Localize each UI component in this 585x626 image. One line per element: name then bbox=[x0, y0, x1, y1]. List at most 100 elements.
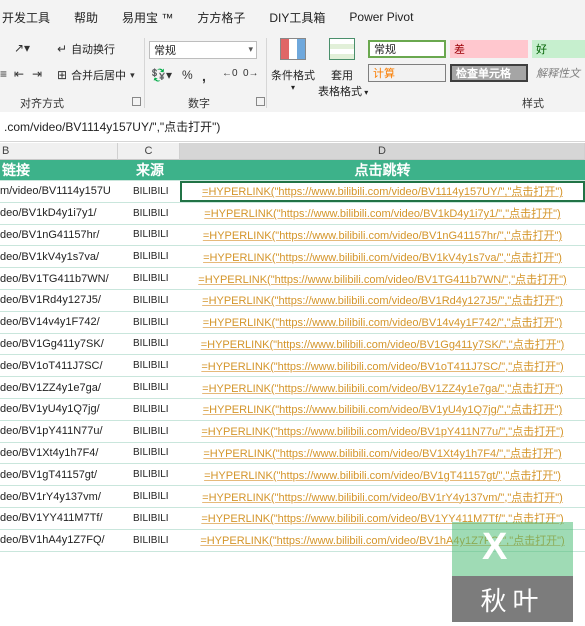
header-cell-click[interactable]: 点击跳转 bbox=[180, 160, 585, 180]
hyperlink-formula-cell[interactable]: =HYPERLINK("https://www.bilibili.com/vid… bbox=[180, 268, 585, 289]
menu-bar: 开发工具 帮助 易用宝 ™ 方方格子 DIY工具箱 Power Pivot bbox=[0, 0, 585, 34]
source-cell[interactable]: BILIBILI bbox=[118, 486, 180, 507]
table-row: deo/BV1gT41157gt/BILIBILI =HYPERLINK("htt… bbox=[0, 464, 585, 487]
table-row: deo/BV1TG411b7WN/BILIBILI =HYPERLINK("htt… bbox=[0, 268, 585, 290]
link-cell[interactable]: deo/BV1pY411N77u/ bbox=[0, 421, 118, 442]
hyperlink-formula-cell[interactable]: =HYPERLINK("https://www.bilibili.com/vid… bbox=[180, 246, 585, 267]
source-cell[interactable]: BILIBILI bbox=[118, 421, 180, 442]
link-cell[interactable]: deo/BV1rY4y137vm/ bbox=[0, 486, 118, 507]
orientation-button[interactable]: ↗▾ bbox=[14, 41, 30, 55]
link-cell[interactable]: deo/BV1Xt4y1h7F4/ bbox=[0, 443, 118, 464]
source-cell[interactable]: BILIBILI bbox=[118, 530, 180, 551]
ribbon: ↗▾ ↵ 自动换行 ≡ ⇤ ⇥ ⊞ 合并后居中 ▾ 对齐方式 常规 ▾ 💱▾ %… bbox=[0, 34, 585, 113]
link-cell[interactable]: deo/BV1hA4y1Z7FQ/ bbox=[0, 530, 118, 551]
source-cell[interactable]: BILIBILI bbox=[118, 312, 180, 333]
formula-bar[interactable]: .com/video/BV1114y157UY/","点击打开") bbox=[0, 112, 585, 142]
cell-style-calculation[interactable]: 计算 bbox=[368, 64, 446, 82]
hyperlink-formula-cell[interactable]: =HYPERLINK("https://www.bilibili.com/vid… bbox=[180, 312, 585, 333]
column-header-d[interactable]: D bbox=[180, 143, 585, 160]
merge-center-button[interactable]: ⊞ 合并后居中 ▾ bbox=[57, 67, 135, 83]
link-cell[interactable]: deo/BV1TG411b7WN/ bbox=[0, 268, 118, 289]
hyperlink-formula-cell[interactable]: =HYPERLINK("https://www.bilibili.com/vid… bbox=[180, 225, 585, 246]
link-cell[interactable]: deo/BV1ZZ4y1e7ga/ bbox=[0, 377, 118, 398]
source-cell[interactable]: BILIBILI bbox=[118, 334, 180, 355]
chevron-down-icon: ▾ bbox=[248, 44, 253, 54]
link-cell[interactable]: m/video/BV1114y157U bbox=[0, 181, 118, 202]
hyperlink-formula-cell[interactable]: =HYPERLINK("https://www.bilibili.com/vid… bbox=[180, 290, 585, 311]
cell-style-check-cell[interactable]: 检查单元格 bbox=[450, 64, 528, 82]
tab-fangfanggezi[interactable]: 方方格子 bbox=[185, 9, 257, 26]
number-format-value: 常规 bbox=[154, 45, 176, 57]
hyperlink-formula-cell[interactable]: =HYPERLINK("https://www.bilibili.com/vid… bbox=[180, 181, 585, 202]
source-cell[interactable]: BILIBILI bbox=[118, 246, 180, 267]
link-cell[interactable]: deo/BV1YY411M7Tf/ bbox=[0, 508, 118, 529]
accounting-format-button[interactable]: 💱▾ bbox=[151, 68, 172, 82]
alignment-dialog-launcher-icon[interactable] bbox=[132, 97, 141, 106]
format-as-table-label-2: 表格格式 bbox=[318, 86, 362, 98]
increase-decimal-icon: ←0 bbox=[222, 68, 238, 79]
header-cell-source[interactable]: 来源 bbox=[118, 160, 180, 180]
cell-style-bad[interactable]: 差 bbox=[450, 40, 528, 58]
cell-style-bad-label: 差 bbox=[454, 44, 465, 56]
link-cell[interactable]: deo/BV1Gg411y7SK/ bbox=[0, 334, 118, 355]
source-cell[interactable]: BILIBILI bbox=[118, 181, 180, 202]
decrease-indent-button[interactable]: ⇤ bbox=[14, 67, 24, 81]
hyperlink-formula-cell[interactable]: =HYPERLINK("https://www.bilibili.com/vid… bbox=[180, 203, 585, 224]
percent-button[interactable]: % bbox=[182, 68, 193, 82]
link-cell[interactable]: deo/BV1nG41157hr/ bbox=[0, 225, 118, 246]
cell-style-good-label: 好 bbox=[536, 44, 547, 56]
source-cell[interactable]: BILIBILI bbox=[118, 377, 180, 398]
hyperlink-formula-cell[interactable]: =HYPERLINK("https://www.bilibili.com/vid… bbox=[180, 421, 585, 442]
cell-style-explanatory[interactable]: 解释性文 bbox=[532, 64, 585, 82]
source-cell[interactable]: BILIBILI bbox=[118, 203, 180, 224]
source-cell[interactable]: BILIBILI bbox=[118, 508, 180, 529]
excel-x-icon: X bbox=[482, 526, 508, 568]
tab-developer[interactable]: 开发工具 bbox=[0, 9, 62, 26]
tab-diy-toolbox[interactable]: DIY工具箱 bbox=[257, 9, 337, 26]
conditional-formatting-icon bbox=[280, 38, 306, 60]
chevron-down-icon: ▾ bbox=[362, 88, 369, 97]
hyperlink-formula-cell[interactable]: =HYPERLINK("https://www.bilibili.com/vid… bbox=[180, 486, 585, 507]
source-cell[interactable]: BILIBILI bbox=[118, 268, 180, 289]
tab-help[interactable]: 帮助 bbox=[62, 9, 110, 26]
cell-style-normal[interactable]: 常规 bbox=[368, 40, 446, 58]
hyperlink-formula-cell[interactable]: =HYPERLINK("https://www.bilibili.com/vid… bbox=[180, 464, 585, 485]
source-cell[interactable]: BILIBILI bbox=[118, 355, 180, 376]
conditional-formatting-button[interactable]: 条件格式 ▾ bbox=[270, 38, 316, 92]
hyperlink-formula-cell[interactable]: =HYPERLINK("https://www.bilibili.com/vid… bbox=[180, 377, 585, 398]
hyperlink-formula-cell[interactable]: =HYPERLINK("https://www.bilibili.com/vid… bbox=[180, 399, 585, 420]
increase-decimal-button[interactable]: ←0 bbox=[222, 68, 238, 79]
align-left-button[interactable]: ≡ bbox=[0, 67, 7, 81]
comma-style-button[interactable]: , bbox=[202, 68, 206, 84]
link-cell[interactable]: deo/BV14v4y1F742/ bbox=[0, 312, 118, 333]
link-cell[interactable]: deo/BV1oT411J7SC/ bbox=[0, 355, 118, 376]
source-cell[interactable]: BILIBILI bbox=[118, 225, 180, 246]
hyperlink-formula-cell[interactable]: =HYPERLINK("https://www.bilibili.com/vid… bbox=[180, 334, 585, 355]
wrap-text-label: 自动换行 bbox=[71, 44, 116, 56]
hyperlink-formula-cell[interactable]: =HYPERLINK("https://www.bilibili.com/vid… bbox=[180, 443, 585, 464]
increase-indent-button[interactable]: ⇥ bbox=[32, 67, 42, 81]
source-cell[interactable]: BILIBILI bbox=[118, 399, 180, 420]
number-format-select[interactable]: 常规 ▾ bbox=[149, 41, 257, 59]
wrap-text-button[interactable]: ↵ 自动换行 bbox=[57, 41, 115, 57]
link-cell[interactable]: deo/BV1gT41157gt/ bbox=[0, 464, 118, 485]
cell-style-good[interactable]: 好 bbox=[532, 40, 585, 58]
link-cell[interactable]: deo/BV1Rd4y127J5/ bbox=[0, 290, 118, 311]
number-dialog-launcher-icon[interactable] bbox=[256, 97, 265, 106]
format-as-table-button[interactable]: 套用 表格格式 ▾ bbox=[318, 38, 369, 99]
link-cell[interactable]: deo/BV1kD4y1i7y1/ bbox=[0, 203, 118, 224]
tab-yiyongbao[interactable]: 易用宝 ™ bbox=[110, 9, 185, 26]
source-cell[interactable]: BILIBILI bbox=[118, 464, 180, 485]
decrease-decimal-button[interactable]: 0→ bbox=[243, 68, 259, 79]
column-header-b[interactable]: B bbox=[0, 143, 118, 160]
source-cell[interactable]: BILIBILI bbox=[118, 290, 180, 311]
table-format-icon bbox=[329, 38, 355, 60]
tab-power-pivot[interactable]: Power Pivot bbox=[337, 10, 425, 24]
link-cell[interactable]: deo/BV1yU4y1Q7jg/ bbox=[0, 399, 118, 420]
watermark-logo: X 秋叶 bbox=[452, 522, 573, 622]
column-header-c[interactable]: C bbox=[118, 143, 180, 160]
link-cell[interactable]: deo/BV1kV4y1s7va/ bbox=[0, 246, 118, 267]
header-cell-link[interactable]: 链接 bbox=[0, 160, 118, 180]
source-cell[interactable]: BILIBILI bbox=[118, 443, 180, 464]
hyperlink-formula-cell[interactable]: =HYPERLINK("https://www.bilibili.com/vid… bbox=[180, 355, 585, 376]
